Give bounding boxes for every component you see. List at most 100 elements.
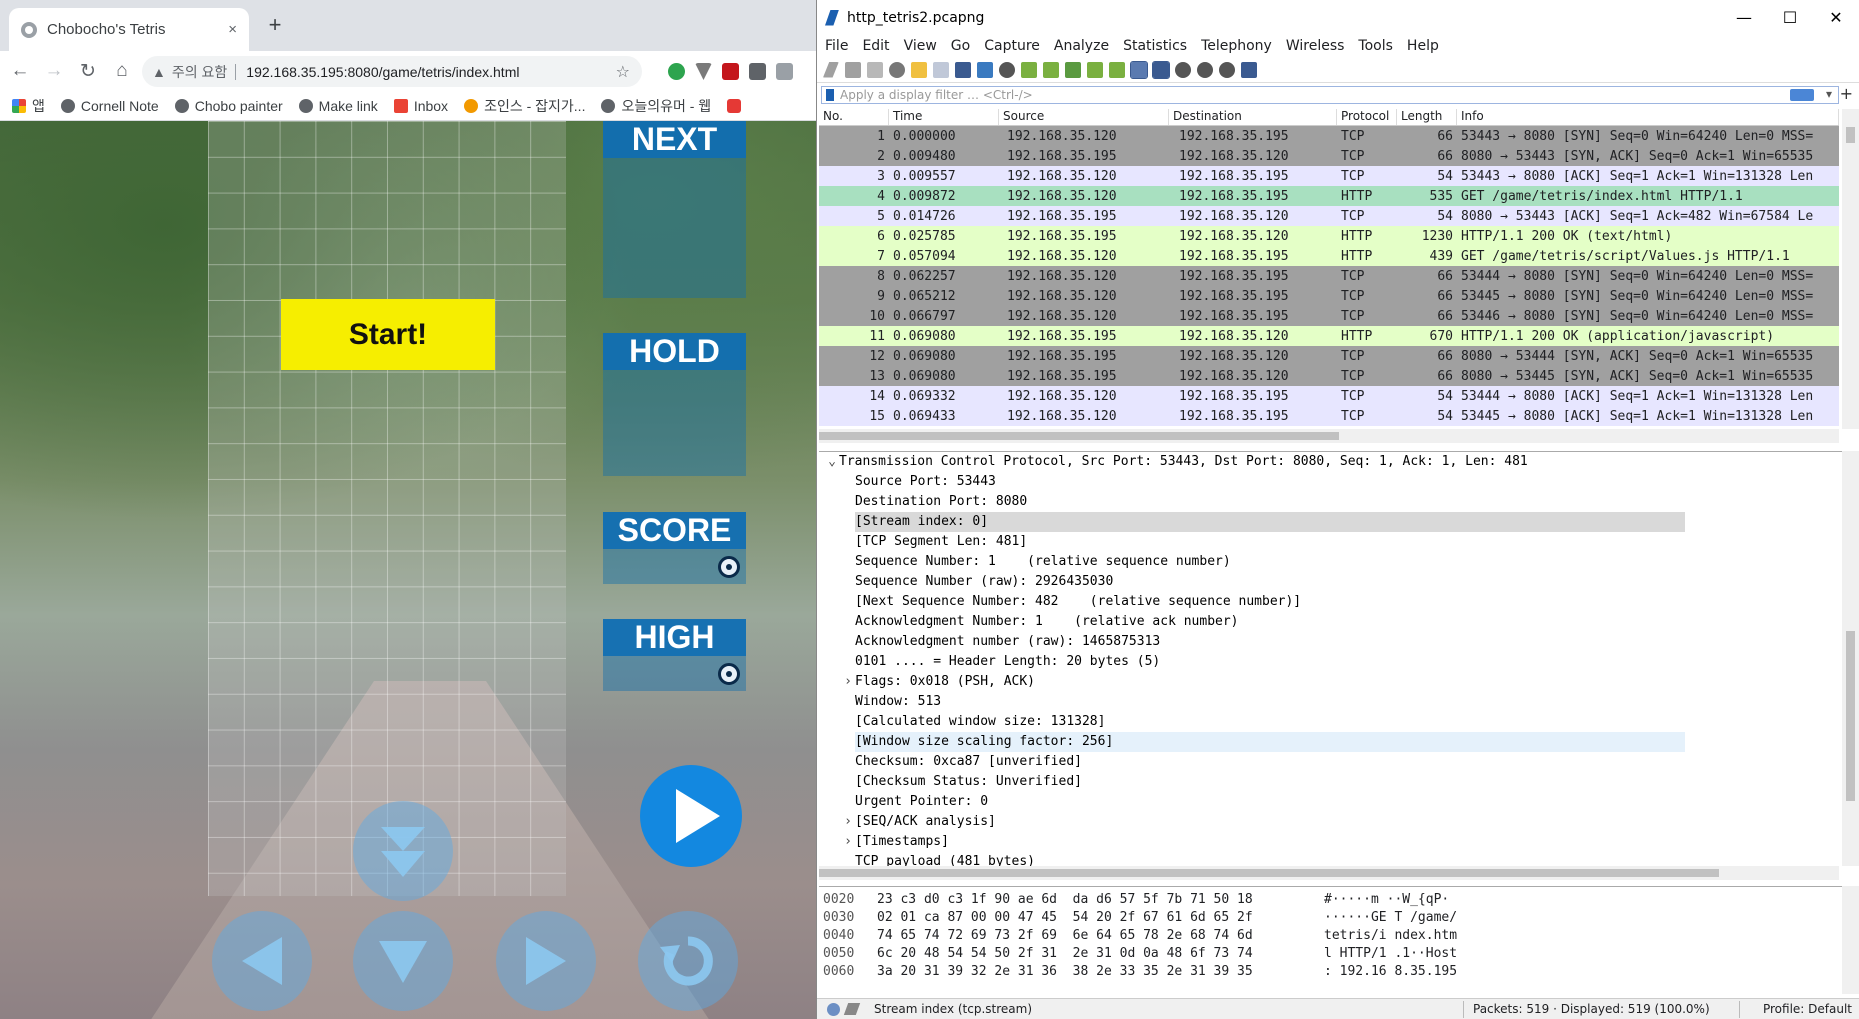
scroll-thumb[interactable] [1846, 127, 1855, 143]
menu-go[interactable]: Go [951, 38, 970, 54]
menu-view[interactable]: View [904, 38, 937, 54]
collapsed-chevron-icon[interactable]: › [841, 672, 855, 692]
left-button[interactable] [212, 911, 312, 1011]
menu-statistics[interactable]: Statistics [1123, 38, 1187, 54]
back-arrow-icon[interactable]: ← [6, 60, 34, 82]
save-file-icon[interactable] [933, 61, 949, 78]
maximize-icon[interactable]: ☐ [1767, 0, 1813, 35]
detail-row[interactable]: [Checksum Status: Unverified] [819, 772, 1843, 792]
tab-close-icon[interactable]: × [228, 21, 237, 38]
detail-row[interactable]: Urgent Pointer: 0 [819, 792, 1843, 812]
drop-button[interactable] [353, 801, 453, 901]
packet-row[interactable]: 8 0.062257 192.168.35.120 192.168.35.195 TCP… [819, 266, 1839, 286]
minimize-icon[interactable]: — [1721, 0, 1767, 35]
find-packet-icon[interactable] [999, 61, 1015, 78]
packet-row[interactable]: 4 0.009872 192.168.35.120 192.168.35.195 HTT… [819, 186, 1839, 206]
detail-row[interactable]: [Calculated window size: 131328] [819, 712, 1843, 732]
packet-row[interactable]: 14 0.069332 192.168.35.120 192.168.35.195 TC… [819, 386, 1839, 406]
hex-row[interactable]: 0030 02 01 ca 87 00 00 47 45 54 20 2f 67 … [819, 909, 1843, 927]
detail-row[interactable]: Source Port: 53443 [819, 472, 1843, 492]
menu-capture[interactable]: Capture [984, 38, 1040, 54]
packet-row[interactable]: 13 0.069080 192.168.35.195 192.168.35.120 TC… [819, 366, 1839, 386]
packet-row[interactable]: 2 0.009480 192.168.35.195 192.168.35.120 TCP… [819, 146, 1839, 166]
down-button[interactable] [353, 911, 453, 1011]
pdf-extension-icon[interactable] [722, 63, 739, 80]
packet-row[interactable]: 12 0.069080 192.168.35.195 192.168.35.120 TC… [819, 346, 1839, 366]
browser-tab[interactable]: Chobocho's Tetris × [9, 8, 249, 51]
bookmark-inbox[interactable]: Inbox [393, 98, 448, 114]
menu-edit[interactable]: Edit [862, 38, 889, 54]
detail-row[interactable]: [Stream index: 0] [819, 512, 1843, 532]
detail-row[interactable]: Sequence Number (raw): 2926435030 [819, 572, 1843, 592]
hex-row[interactable]: 0050 6c 20 48 54 54 50 2f 31 2e 31 0d 0a … [819, 945, 1843, 963]
expanded-chevron-icon[interactable]: ⌄ [825, 452, 839, 472]
collapsed-chevron-icon[interactable]: › [841, 812, 855, 832]
profile-label[interactable]: Profile: Default [1763, 1002, 1852, 1016]
scroll-thumb[interactable] [819, 432, 1339, 440]
detail-row[interactable]: Acknowledgment Number: 1 (relative ack n… [819, 612, 1843, 632]
rotate-button[interactable] [638, 911, 738, 1011]
normal-size-icon[interactable] [1219, 61, 1235, 78]
resize-columns-icon[interactable] [1241, 61, 1257, 78]
details-scrollbar[interactable] [1842, 451, 1859, 866]
menu-telephony[interactable]: Telephony [1201, 38, 1272, 54]
packet-list-scrollbar[interactable] [1842, 109, 1859, 429]
packet-list-hscrollbar[interactable] [819, 429, 1839, 443]
detail-row[interactable]: [TCP Segment Len: 481] [819, 532, 1843, 552]
bookmark-make-link[interactable]: Make link [298, 98, 378, 114]
detail-row[interactable]: Destination Port: 8080 [819, 492, 1843, 512]
bookmark-cornell-note[interactable]: Cornell Note [60, 98, 159, 114]
packet-details[interactable]: ⌄ Transmission Control Protocol, Src Port… [819, 451, 1843, 866]
col-no[interactable]: No. [819, 109, 889, 125]
warning-triangle-icon[interactable]: ▲ [152, 64, 166, 80]
go-back-icon[interactable] [1021, 61, 1037, 78]
url-text[interactable]: 192.168.35.195:8080/game/tetris/index.ht… [246, 64, 519, 80]
reload-icon[interactable]: ↻ [74, 60, 102, 83]
hex-row[interactable]: 0020 23 c3 d0 c3 1f 90 ae 6d da d6 57 5f … [819, 891, 1843, 909]
bookmark-chobo-painter[interactable]: Chobo painter [174, 98, 283, 114]
menu-tools[interactable]: Tools [1358, 38, 1393, 54]
new-tab-button[interactable]: + [262, 12, 288, 38]
stop-capture-icon[interactable] [845, 61, 861, 78]
autoscroll-icon[interactable] [1130, 60, 1148, 79]
colorize-icon[interactable] [1152, 60, 1170, 79]
reload-file-icon[interactable] [977, 61, 993, 78]
bookmark-joins[interactable]: 조인스 - 잡지가... [464, 96, 585, 116]
zoom-out-icon[interactable] [1197, 61, 1213, 78]
packet-row[interactable]: 3 0.009557 192.168.35.120 192.168.35.195 TCP… [819, 166, 1839, 186]
menu-file[interactable]: File [825, 38, 848, 54]
tetris-game-canvas[interactable]: Start! NEXT HOLD SCORE HIGH [0, 121, 816, 1019]
right-button[interactable] [496, 911, 596, 1011]
first-packet-icon[interactable] [1087, 61, 1103, 78]
menu-help[interactable]: Help [1407, 38, 1439, 54]
detail-row[interactable]: › [SEQ/ACK analysis] [819, 812, 1843, 832]
hex-row[interactable]: 0040 74 65 74 72 69 73 2f 69 6e 64 65 78 … [819, 927, 1843, 945]
packet-row[interactable]: 10 0.066797 192.168.35.120 192.168.35.195 TC… [819, 306, 1839, 326]
apply-filter-icon[interactable] [1790, 89, 1814, 101]
detail-row[interactable]: 0101 .... = Header Length: 20 bytes (5) [819, 652, 1843, 672]
detail-row[interactable]: Sequence Number: 1 (relative sequence nu… [819, 552, 1843, 572]
screenshot-extension-icon[interactable] [749, 63, 766, 80]
filter-bookmark-icon[interactable] [826, 89, 834, 101]
col-time[interactable]: Time [889, 109, 999, 125]
packet-row[interactable]: 9 0.065212 192.168.35.120 192.168.35.195 TCP… [819, 286, 1839, 306]
col-source[interactable]: Source [999, 109, 1169, 125]
detail-row[interactable]: TCP payload (481 bytes) [819, 852, 1843, 866]
packet-bytes[interactable]: 0020 23 c3 d0 c3 1f 90 ae 6d da d6 57 5f … [819, 886, 1843, 994]
detail-row[interactable]: Window: 513 [819, 692, 1843, 712]
add-filter-button-icon[interactable]: + [1840, 84, 1853, 103]
bookmark-star-icon[interactable]: ☆ [616, 62, 630, 82]
packet-list[interactable]: No. Time Source Destination Protocol Len… [819, 109, 1839, 429]
bookmark-todayhumor[interactable]: 오늘의유머 - 웹 [601, 96, 711, 116]
display-filter-input[interactable]: Apply a display filter … <Ctrl-/> ▾ [821, 86, 1839, 104]
details-hscrollbar[interactable] [819, 866, 1839, 880]
hex-row[interactable]: 0060 3a 20 31 39 32 2e 31 36 38 2e 33 35 … [819, 963, 1843, 981]
packet-row[interactable]: 7 0.057094 192.168.35.120 192.168.35.195 HTT… [819, 246, 1839, 266]
detail-row[interactable]: [Window size scaling factor: 256] [819, 732, 1843, 752]
start-capture-icon[interactable] [823, 61, 839, 78]
go-forward-icon[interactable] [1043, 61, 1059, 78]
packet-row[interactable]: 5 0.014726 192.168.35.195 192.168.35.120 TCP… [819, 206, 1839, 226]
evernote-extension-icon[interactable] [668, 63, 685, 80]
packet-row[interactable]: 11 0.069080 192.168.35.195 192.168.35.120 HT… [819, 326, 1839, 346]
detail-row[interactable]: › [Timestamps] [819, 832, 1843, 852]
